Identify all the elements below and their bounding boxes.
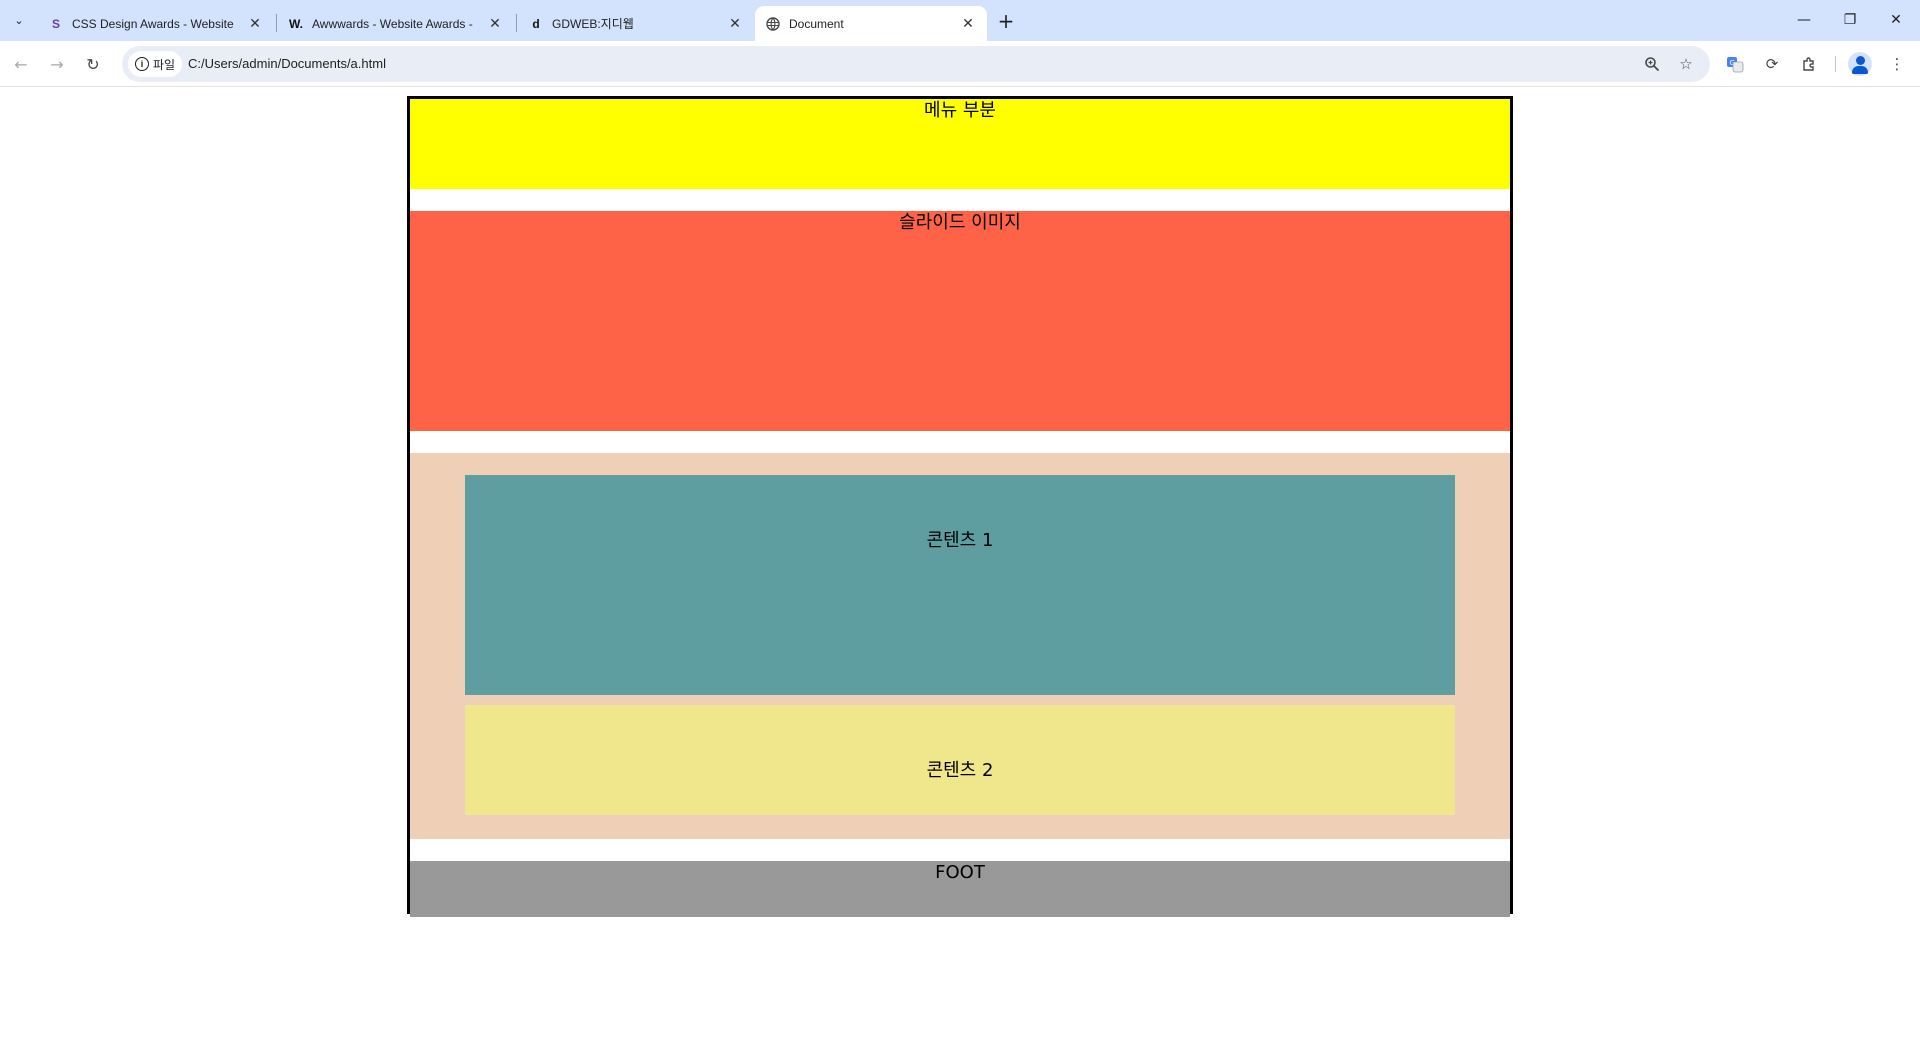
arrow-left-icon: ← <box>14 54 28 74</box>
arrow-right-icon: → <box>50 54 64 74</box>
content-2-label: 콘텐츠 2 <box>926 760 994 781</box>
slide-image-section: 슬라이드 이미지 <box>410 211 1510 431</box>
footer-section: FOOT <box>410 861 1510 917</box>
more-menu-icon[interactable]: ⋮ <box>1882 49 1912 79</box>
minimize-icon: — <box>1797 12 1811 28</box>
restore-button[interactable]: ❐ <box>1827 0 1873 40</box>
reload-icon: ↻ <box>86 54 100 74</box>
site-info-chip[interactable]: i 파일 <box>128 51 183 77</box>
info-icon: i <box>135 57 149 71</box>
globe-icon <box>765 16 781 32</box>
close-icon[interactable]: ✕ <box>246 15 264 33</box>
close-icon[interactable]: ✕ <box>959 15 977 33</box>
minimize-button[interactable]: — <box>1781 0 1827 40</box>
tab-gdweb[interactable]: d GDWEB:지디웹 ✕ <box>518 6 754 41</box>
reload-button[interactable]: ↻ <box>78 49 108 79</box>
url-text[interactable]: C:/Users/admin/Documents/a.html <box>188 46 386 82</box>
close-icon[interactable]: ✕ <box>726 15 744 33</box>
new-tab-button[interactable]: + <box>993 9 1019 33</box>
tab-title: Document <box>789 16 844 31</box>
site-chip-label: 파일 <box>153 57 176 72</box>
gdweb-logo-icon: d <box>532 16 540 31</box>
toolbar-divider <box>1835 56 1836 72</box>
chevron-down-icon: ⌄ <box>14 13 24 27</box>
menu-label: 메뉴 부분 <box>924 100 996 121</box>
foot-label: FOOT <box>935 862 985 883</box>
translate-icon[interactable]: G <box>1720 49 1750 79</box>
awwwards-logo-icon: W. <box>289 16 303 31</box>
address-bar[interactable]: i 파일 C:/Users/admin/Documents/a.html ☆ <box>122 46 1710 82</box>
close-icon: ✕ <box>1890 12 1902 28</box>
page-wrapper: 메뉴 부분 슬라이드 이미지 콘텐츠 1 콘텐츠 2 FOOT <box>407 96 1513 917</box>
menu-section: 메뉴 부분 <box>410 99 1510 189</box>
close-window-button[interactable]: ✕ <box>1873 0 1919 40</box>
close-icon[interactable]: ✕ <box>486 15 504 33</box>
content-1-label: 콘텐츠 1 <box>926 530 994 551</box>
profile-avatar-icon[interactable] <box>1848 52 1872 76</box>
plus-icon: + <box>997 9 1015 33</box>
back-button[interactable]: ← <box>6 49 36 79</box>
tab-css-design-awards[interactable]: S CSS Design Awards - Website ✕ <box>38 6 274 41</box>
contents-section: 콘텐츠 1 콘텐츠 2 <box>410 453 1510 839</box>
tab-document[interactable]: Document ✕ <box>755 6 987 41</box>
sync-extension-icon[interactable]: ⟳ <box>1757 49 1787 79</box>
tab-divider <box>516 14 517 32</box>
page-viewport: 메뉴 부분 슬라이드 이미지 콘텐츠 1 콘텐츠 2 FOOT <box>0 88 1920 1040</box>
extensions-puzzle-icon[interactable] <box>1794 49 1824 79</box>
browser-toolbar: ← → ↻ i 파일 C:/Users/admin/Documents/a.ht… <box>0 41 1920 87</box>
tab-strip: ⌄ S CSS Design Awards - Website ✕ W. Aww… <box>0 0 1920 41</box>
zoom-icon[interactable] <box>1640 52 1664 76</box>
tab-title: GDWEB:지디웹 <box>552 17 634 31</box>
restore-icon: ❐ <box>1843 12 1857 28</box>
tab-title: Awwwards - Website Awards - <box>312 16 473 31</box>
bookmark-star-icon[interactable]: ☆ <box>1674 52 1698 76</box>
content-1-box: 콘텐츠 1 <box>465 475 1455 695</box>
content-2-box: 콘텐츠 2 <box>465 705 1455 815</box>
slide-label: 슬라이드 이미지 <box>899 212 1021 233</box>
tab-awwwards[interactable]: W. Awwwards - Website Awards - ✕ <box>278 6 514 41</box>
tab-search-button[interactable]: ⌄ <box>5 8 33 32</box>
forward-button[interactable]: → <box>42 49 72 79</box>
tab-title: CSS Design Awards - Website <box>72 16 234 31</box>
css-design-awards-logo-icon: S <box>51 16 60 31</box>
tab-divider <box>276 14 277 32</box>
